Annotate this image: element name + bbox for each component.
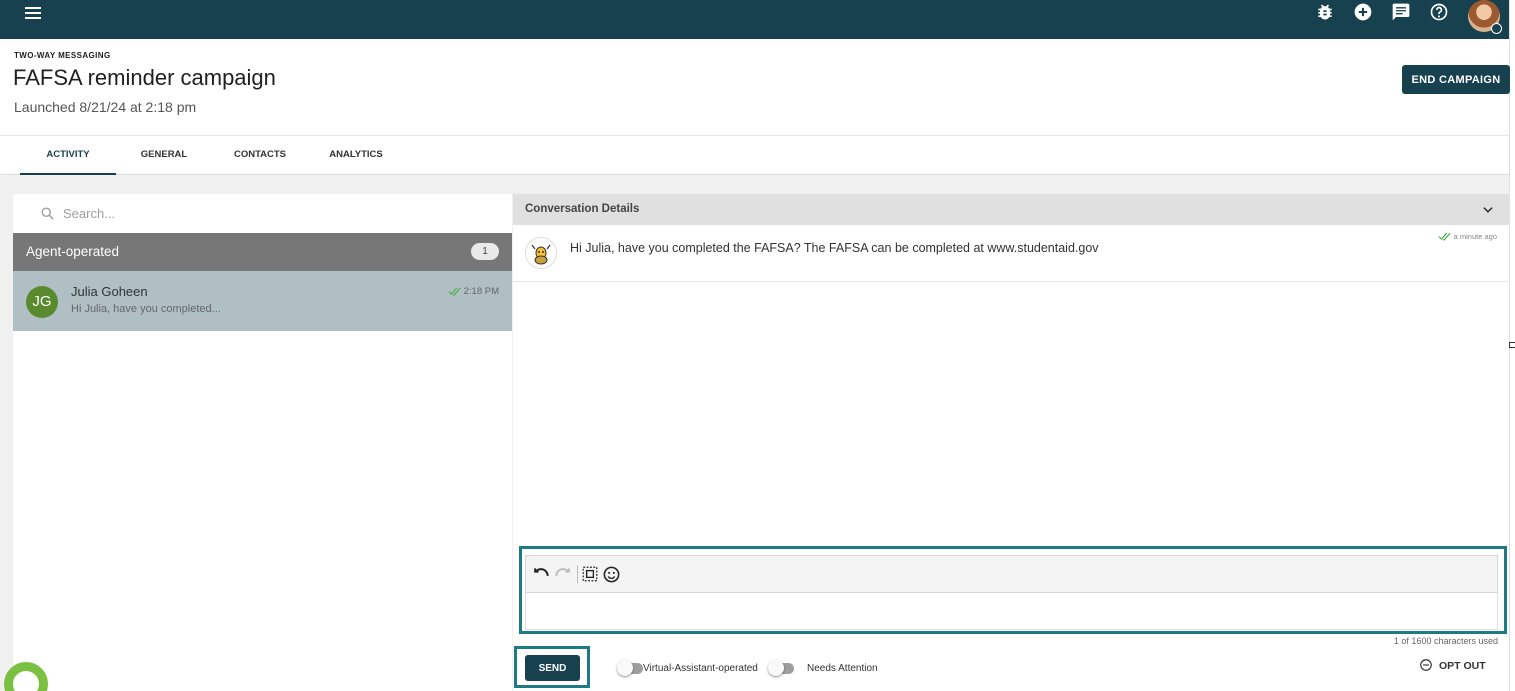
tab-general[interactable]: GENERAL: [122, 136, 206, 175]
virtual-assistant-toggle[interactable]: [617, 660, 645, 676]
conversation-details-panel: Conversation Details Hi Julia, have you …: [513, 194, 1509, 691]
contact-avatar: JG: [26, 286, 58, 318]
opt-out-label: OPT OUT: [1439, 660, 1486, 672]
chat-icon[interactable]: [1391, 2, 1413, 24]
details-title: Conversation Details: [525, 203, 640, 215]
opt-out-button[interactable]: OPT OUT: [1419, 658, 1486, 672]
resize-handle-icon[interactable]: [1509, 342, 1515, 348]
bug-icon[interactable]: [1315, 2, 1337, 24]
page-title: FAFSA reminder campaign: [13, 65, 276, 90]
undo-icon[interactable]: [531, 565, 551, 585]
tab-bar: ACTIVITY GENERAL CONTACTS ANALYTICS: [0, 135, 1509, 175]
contact-name: Julia Goheen: [71, 284, 148, 299]
character-counter: 1 of 1600 characters used: [1393, 636, 1498, 646]
help-icon[interactable]: [1429, 2, 1451, 24]
message-bubble: Hi Julia, have you completed the FAFSA? …: [513, 225, 1509, 282]
toolbar-divider: [577, 565, 578, 583]
minus-circle-icon: [1420, 659, 1432, 671]
chevron-down-icon[interactable]: [1481, 203, 1495, 217]
user-avatar[interactable]: [1468, 0, 1502, 34]
select-all-icon[interactable]: [581, 565, 601, 585]
tab-activity[interactable]: ACTIVITY: [20, 136, 116, 175]
redo-icon[interactable]: [553, 565, 573, 585]
end-campaign-button[interactable]: END CAMPAIGN: [1402, 65, 1510, 94]
needs-attention-label: Needs Attention: [807, 663, 878, 674]
app-top-bar: [0, 0, 1509, 39]
message-editor[interactable]: [525, 593, 1498, 630]
read-check-icon: [448, 287, 461, 296]
tab-analytics[interactable]: ANALYTICS: [312, 136, 400, 175]
search-bar: [13, 194, 512, 233]
menu-icon[interactable]: [22, 4, 44, 24]
message-time: 2:18 PM: [448, 286, 499, 297]
message-timestamp: a minute ago: [1438, 232, 1497, 241]
section-eyebrow: TWO-WAY MESSAGING: [14, 51, 111, 60]
read-check-icon: [1438, 232, 1451, 241]
launch-date: Launched 8/21/24 at 2:18 pm: [14, 99, 197, 115]
mascot-avatar: [525, 237, 557, 269]
message-text: Hi Julia, have you completed the FAFSA? …: [570, 241, 1099, 255]
search-input[interactable]: [63, 202, 493, 224]
message-time-text: 2:18 PM: [463, 286, 499, 297]
conversation-item[interactable]: JG Julia Goheen Hi Julia, have you compl…: [13, 271, 512, 331]
group-header-agent-operated[interactable]: Agent-operated 1: [13, 233, 512, 271]
editor-toolbar: [525, 555, 1498, 593]
message-preview: Hi Julia, have you completed...: [71, 303, 221, 315]
send-button[interactable]: SEND: [525, 655, 580, 681]
virtual-assistant-label: Virtual-Assistant-operated: [643, 663, 758, 674]
tab-contacts[interactable]: CONTACTS: [216, 136, 304, 175]
needs-attention-toggle[interactable]: [768, 660, 796, 676]
mascot-icon: [531, 244, 551, 265]
conversation-list-panel: Agent-operated 1 JG Julia Goheen Hi Juli…: [13, 194, 512, 691]
search-icon: [41, 207, 54, 220]
details-header: Conversation Details: [513, 194, 1509, 225]
presence-status-icon: [1491, 23, 1502, 34]
group-count-badge: 1: [471, 243, 499, 260]
add-circle-icon[interactable]: [1353, 2, 1375, 24]
group-label: Agent-operated: [26, 244, 120, 259]
message-timestamp-text: a minute ago: [1453, 232, 1497, 241]
emoji-icon[interactable]: [602, 565, 622, 585]
